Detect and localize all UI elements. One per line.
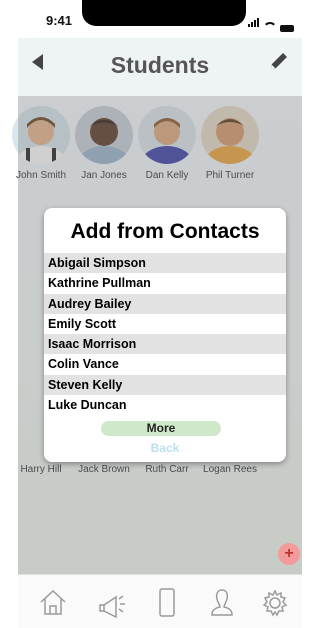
notch [82, 0, 246, 26]
gear-icon[interactable] [258, 585, 292, 619]
contact-item[interactable]: Audrey Bailey [44, 293, 286, 314]
contact-item[interactable]: Emily Scott [44, 314, 286, 334]
status-time: 9:41 [46, 13, 73, 28]
dialog-title: Add from Contacts [70, 220, 260, 243]
contact-item[interactable]: Luke Duncan [44, 395, 286, 415]
system-icons [248, 14, 294, 32]
battery-icon [280, 25, 294, 32]
tab-bar [18, 574, 302, 628]
contact-item[interactable]: Isaac Morrison [44, 334, 286, 355]
add-student-button[interactable]: + [278, 543, 300, 565]
home-icon[interactable] [36, 585, 70, 619]
page-title: Students [110, 52, 210, 78]
add-from-contacts-dialog: Add from Contacts Abigail Simpson Kathri… [44, 208, 286, 462]
header: Students [18, 38, 302, 96]
person-icon[interactable] [205, 585, 239, 619]
phone-screen: 9:41 Students John Smith Jan Jones Dan K… [0, 0, 302, 628]
back-button[interactable]: Back [44, 441, 286, 455]
wifi-icon [263, 22, 277, 32]
phone-icon[interactable] [150, 585, 184, 619]
contact-item[interactable]: Kathrine Pullman [44, 273, 286, 293]
signal-icon [248, 14, 260, 32]
contact-item[interactable]: Abigail Simpson [44, 253, 286, 274]
contact-item[interactable]: Steven Kelly [44, 374, 286, 396]
megaphone-icon[interactable] [94, 585, 128, 619]
more-button[interactable]: More [101, 421, 221, 436]
status-bar: 9:41 [0, 0, 302, 38]
contacts-list: Abigail Simpson Kathrine Pullman Audrey … [44, 253, 286, 415]
contact-item[interactable]: Colin Vance [44, 354, 286, 374]
edit-pencil-icon[interactable] [268, 50, 290, 77]
